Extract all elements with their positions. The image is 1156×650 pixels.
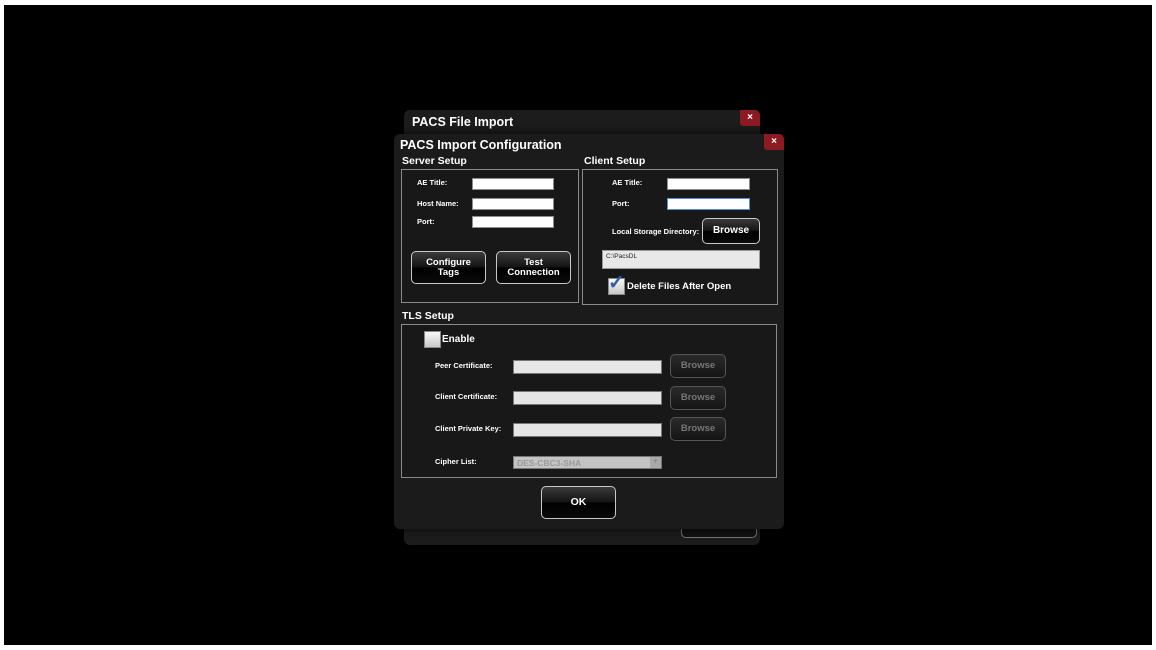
local-storage-path-field[interactable]: C:\PacsDL — [602, 250, 760, 269]
test-connection-button[interactable]: Test Connection — [496, 251, 571, 284]
server-ae-title-label: AE Title: — [417, 178, 448, 187]
tls-enable-label: Enable — [442, 334, 475, 345]
configure-tags-label-line1: Configure — [426, 256, 471, 268]
server-host-name-input[interactable] — [472, 198, 554, 210]
test-connection-label-line1: Test — [524, 256, 543, 268]
server-setup-panel: AE Title: Host Name: Port: Configure Tag… — [401, 169, 579, 303]
server-port-label: Port: — [417, 217, 435, 226]
test-connection-label-line2: Connection — [507, 266, 560, 278]
configure-tags-button[interactable]: Configure Tags — [411, 251, 486, 284]
client-setup-title: Client Setup — [584, 155, 646, 167]
server-host-name-label: Host Name: — [417, 199, 459, 208]
dialog-close-button[interactable]: × — [764, 134, 784, 150]
close-icon: × — [747, 112, 753, 123]
client-port-input[interactable] — [667, 198, 750, 210]
server-ae-title-input[interactable] — [472, 178, 554, 190]
close-icon: × — [771, 136, 777, 147]
client-port-label: Port: — [612, 199, 630, 208]
pacs-file-import-title: PACS File Import — [412, 115, 514, 129]
checkmark-icon: ✓ — [608, 272, 625, 294]
tls-setup-panel: Enable Peer Certificate: Browse Client C… — [401, 324, 777, 478]
pacs-import-configuration-dialog: PACS Import Configuration × Server Setup… — [394, 134, 784, 529]
peer-certificate-browse-button[interactable]: Browse — [670, 354, 726, 378]
server-setup-title: Server Setup — [402, 155, 467, 167]
delete-files-checkbox[interactable]: ✓ — [608, 273, 625, 295]
cipher-list-label: Cipher List: — [435, 457, 477, 466]
client-setup-panel: AE Title: Port: Local Storage Directory:… — [582, 169, 778, 305]
cipher-list-dropdown[interactable]: DES-CBC3-SHA ▼ — [513, 456, 662, 469]
cipher-list-selected-value: DES-CBC3-SHA — [517, 458, 582, 468]
peer-certificate-label: Peer Certificate: — [435, 361, 493, 370]
client-certificate-label: Client Certificate: — [435, 392, 498, 401]
client-certificate-browse-button[interactable]: Browse — [670, 386, 726, 410]
client-private-key-label: Client Private Key: — [435, 424, 502, 433]
client-ae-title-input[interactable] — [667, 178, 750, 190]
peer-certificate-input[interactable] — [513, 360, 662, 374]
configure-tags-label-line2: Tags — [437, 266, 460, 278]
dialog-title: PACS Import Configuration — [400, 138, 562, 152]
ok-button[interactable]: OK — [541, 486, 616, 519]
local-storage-browse-button[interactable]: Browse — [702, 218, 760, 244]
client-private-key-input[interactable] — [513, 423, 662, 437]
server-port-input[interactable] — [472, 216, 554, 228]
pacs-file-import-close-button[interactable]: × — [740, 110, 760, 126]
delete-files-label: Delete Files After Open — [627, 281, 732, 292]
client-ae-title-label: AE Title: — [612, 178, 643, 187]
client-certificate-input[interactable] — [513, 391, 662, 405]
local-storage-directory-label: Local Storage Directory: — [612, 227, 700, 236]
tls-enable-checkbox[interactable] — [424, 331, 441, 348]
tls-setup-title: TLS Setup — [402, 310, 454, 322]
chevron-down-icon: ▼ — [650, 457, 661, 468]
client-private-key-browse-button[interactable]: Browse — [670, 417, 726, 441]
